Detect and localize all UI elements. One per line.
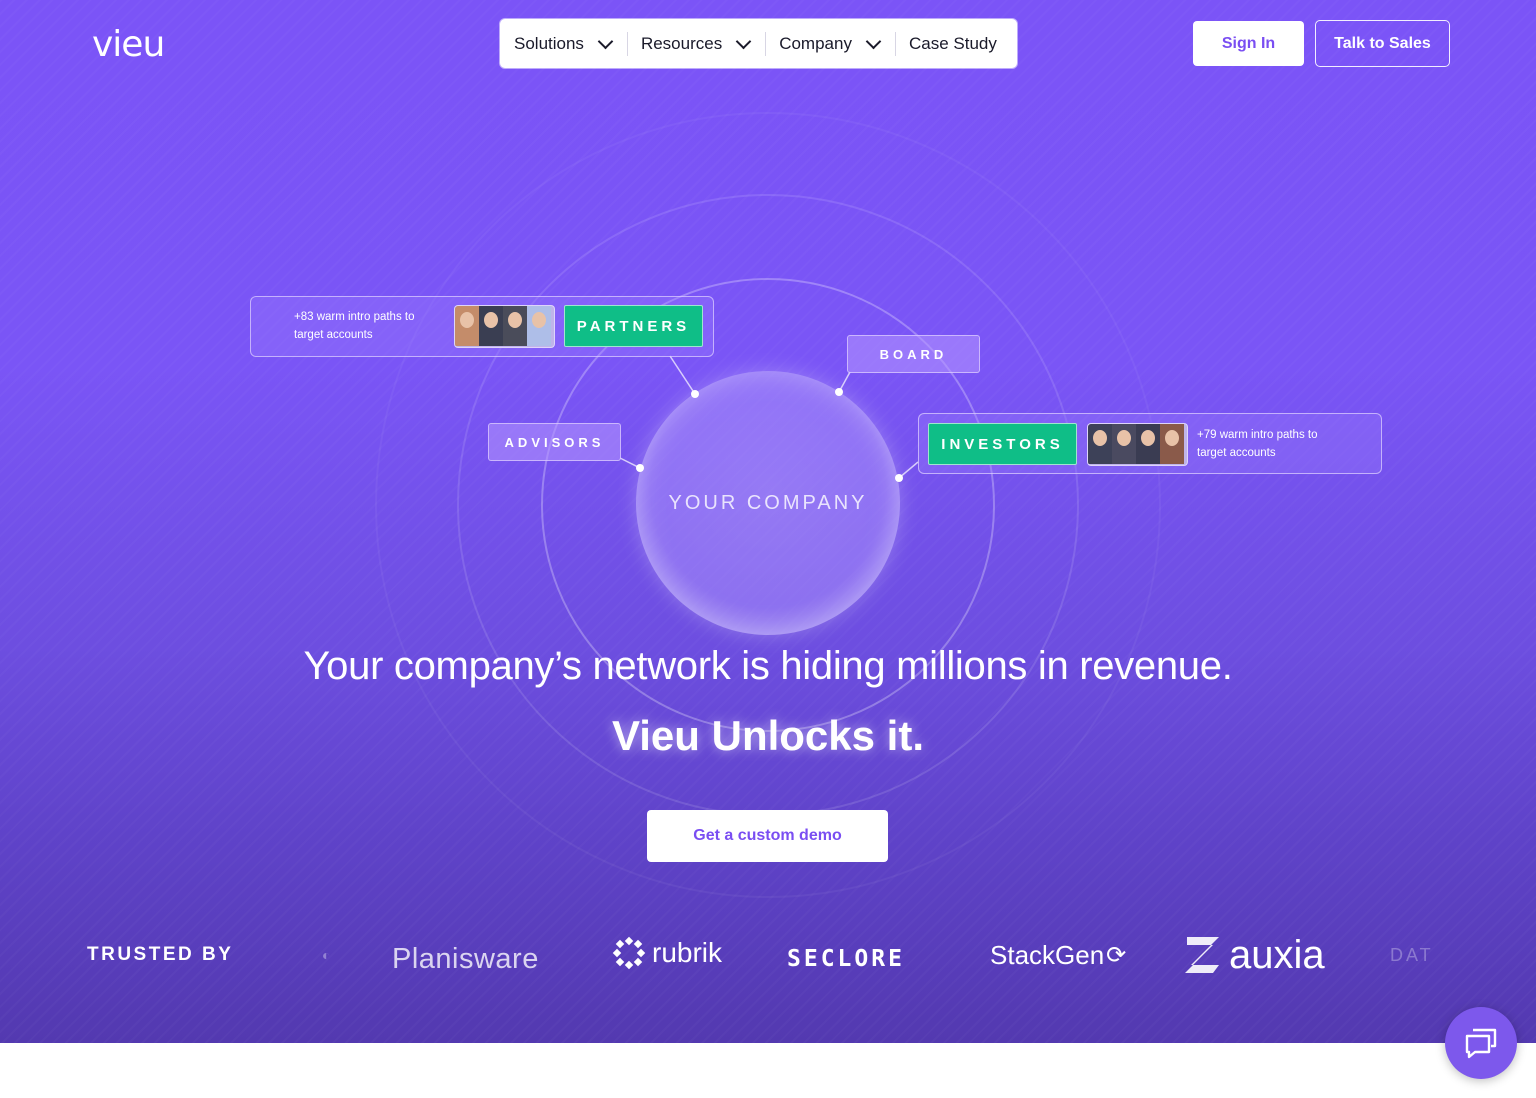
stackgen-logo: StackGen ⟳ <box>990 932 1126 978</box>
chat-button[interactable] <box>1445 1007 1517 1079</box>
board-badge: BOARD <box>847 335 980 373</box>
auxia-logo: auxia <box>1183 932 1325 978</box>
investors-note: +79 warm intro paths to target accounts <box>1197 429 1318 459</box>
connector-dot <box>835 388 843 396</box>
nav-company-label: Company <box>779 33 852 53</box>
person-photo <box>1112 424 1136 464</box>
dat-logo: DAT <box>1390 944 1434 965</box>
person-photo <box>1088 424 1112 464</box>
sign-in-button[interactable]: Sign In <box>1193 21 1304 66</box>
nav-resources[interactable]: Resources <box>626 19 765 68</box>
talk-to-sales-button[interactable]: Talk to Sales <box>1315 20 1450 67</box>
nav-resources-label: Resources <box>640 33 723 53</box>
person-photo <box>503 306 527 346</box>
investors-badge: INVESTORS <box>928 423 1077 465</box>
person-photo <box>455 306 479 346</box>
partners-note: +83 warm intro paths to target accounts <box>294 311 415 341</box>
rubrik-wordmark: rubrik <box>652 937 723 968</box>
partial-logo: ◐ <box>322 947 331 963</box>
auxia-mark-icon <box>1185 937 1219 973</box>
hero-headline: Your company’s network is hiding million… <box>303 644 1233 688</box>
nav-solutions-label: Solutions <box>514 33 584 53</box>
chevron-down-icon <box>865 33 882 49</box>
nav-case-study[interactable]: Case Study <box>894 19 1011 68</box>
hero-subheadline: Vieu Unlocks it. <box>612 712 924 759</box>
nav-company[interactable]: Company <box>765 19 895 68</box>
partners-photos <box>454 305 555 348</box>
person-photo <box>527 306 551 346</box>
person-photo <box>1160 424 1184 464</box>
auxia-wordmark: auxia <box>1229 932 1325 977</box>
planisware-logo: Planisware <box>392 942 539 975</box>
main-nav: Solutions Resources Company Case Study <box>500 19 1017 68</box>
rubrik-logo: rubrik <box>612 930 722 976</box>
person-photo <box>1136 424 1160 464</box>
connector-dot <box>895 474 903 482</box>
chat-bubbles-icon <box>1465 1028 1497 1059</box>
partners-badge: PARTNERS <box>564 305 703 347</box>
stackgen-mark-icon: ⟳ <box>1106 941 1127 969</box>
company-label: YOUR COMPANY <box>668 492 868 514</box>
trusted-by-label: TRUSTED BY <box>87 944 234 965</box>
nav-solutions[interactable]: Solutions <box>500 19 627 68</box>
stackgen-wordmark: StackGen <box>990 939 1105 970</box>
rubrik-mark-icon <box>612 936 646 970</box>
vieu-logo[interactable]: vieu <box>92 24 165 65</box>
connector-dot <box>691 390 699 398</box>
investors-photos <box>1087 423 1188 466</box>
hero-section: vieu Solutions Resources Company Case St… <box>0 0 1536 1043</box>
chevron-down-icon <box>597 33 614 49</box>
chevron-down-icon <box>735 33 752 49</box>
nav-case-study-label: Case Study <box>908 33 997 53</box>
seclore-logo: SECLORE <box>787 946 905 972</box>
person-photo <box>479 306 503 346</box>
advisors-badge: ADVISORS <box>488 423 621 461</box>
get-demo-button[interactable]: Get a custom demo <box>647 810 888 862</box>
connector-dot <box>636 464 644 472</box>
